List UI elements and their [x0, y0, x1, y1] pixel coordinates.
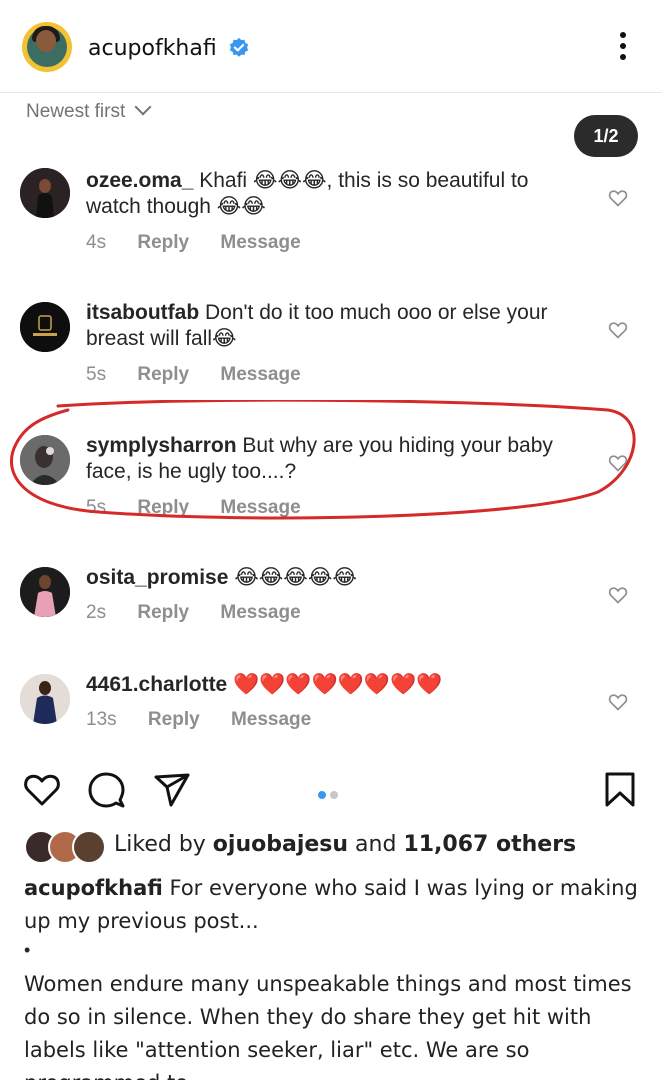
bookmark-icon[interactable] [600, 770, 640, 810]
commenter-avatar[interactable] [20, 674, 70, 724]
comment-time: 5s [86, 497, 107, 518]
comment-username[interactable]: osita_promise [86, 566, 228, 589]
comment-meta: 5s Reply Message [86, 364, 301, 386]
reply-button[interactable]: Reply [137, 602, 189, 624]
liker-username[interactable]: ojuobajesu [213, 832, 348, 857]
comment-text: osita_promise 😂😂😂😂😂 [86, 566, 357, 589]
comment-username[interactable]: 4461.charlotte [86, 673, 227, 696]
post-header: acupofkhafi [0, 0, 662, 93]
comment-like-heart-icon[interactable] [608, 585, 628, 605]
carousel-indicator [318, 786, 342, 804]
comment-username[interactable]: itsaboutfab [86, 301, 199, 324]
carousel-dot [330, 791, 338, 799]
comment-icon[interactable] [86, 770, 126, 810]
caption-username[interactable]: acupofkhafi [24, 876, 163, 900]
reply-button[interactable]: Reply [137, 497, 189, 519]
comment-time: 5s [86, 364, 107, 385]
comment-like-heart-icon[interactable] [608, 320, 628, 340]
comment-meta: 5s Reply Message [86, 497, 301, 519]
comment-text: itsaboutfab Don't do it too much ooo or … [86, 301, 548, 350]
comment-text: symplysharron But why are you hiding you… [86, 434, 553, 483]
likes-text: Liked by ojuobajesu and 11,067 others [114, 832, 577, 857]
commenter-avatar[interactable] [20, 435, 70, 485]
reply-button[interactable]: Reply [137, 232, 189, 254]
sort-dropdown[interactable]: Newest first [26, 98, 152, 123]
commenter-avatar[interactable] [20, 168, 70, 218]
likes-summary[interactable]: Liked by ojuobajesu and 11,067 others [24, 830, 644, 864]
comment-meta: 2s Reply Message [86, 602, 301, 624]
commenter-avatar[interactable] [20, 302, 70, 352]
comment-username[interactable]: symplysharron [86, 434, 237, 457]
chevron-down-icon [134, 98, 152, 116]
carousel-counter-badge: 1/2 [574, 115, 638, 157]
comment-meta: 13s Reply Message [86, 709, 311, 731]
heart-icon[interactable] [22, 770, 62, 810]
post-caption: acupofkhafi For everyone who said I was … [24, 876, 638, 933]
comment-meta: 4s Reply Message [86, 232, 301, 254]
comment-time: 13s [86, 709, 117, 730]
send-icon[interactable] [152, 770, 192, 810]
comment-like-heart-icon[interactable] [608, 692, 628, 712]
commenter-avatar[interactable] [20, 567, 70, 617]
more-vertical-icon[interactable] [614, 32, 632, 64]
carousel-dot-active [318, 791, 326, 799]
profile-username[interactable]: acupofkhafi [88, 36, 217, 61]
caption-body: Women endure many unspeakable things and… [24, 972, 632, 1080]
reply-button[interactable]: Reply [137, 364, 189, 386]
comment-text: ozee.oma_ Khafi 😂😂😂, this is so beautifu… [86, 169, 529, 218]
comment-username[interactable]: ozee.oma_ [86, 169, 193, 192]
profile-avatar[interactable] [22, 22, 72, 72]
post-action-bar [0, 770, 662, 810]
comment-like-heart-icon[interactable] [608, 453, 628, 473]
sort-label: Newest first [26, 101, 126, 122]
instagram-post-screen: acupofkhafi Newest first 1/2 ozee.oma_ K… [0, 0, 662, 1080]
caption-bullet: • [24, 940, 31, 960]
message-button[interactable]: Message [220, 497, 300, 519]
message-button[interactable]: Message [220, 364, 300, 386]
comment-like-heart-icon[interactable] [608, 188, 628, 208]
comment-text: 4461.charlotte ❤️❤️❤️❤️❤️❤️❤️❤️ [86, 673, 443, 696]
liker-avatar [72, 830, 106, 864]
verified-badge-icon [229, 37, 249, 57]
likes-count[interactable]: 11,067 others [403, 832, 576, 857]
reply-button[interactable]: Reply [148, 709, 200, 731]
message-button[interactable]: Message [231, 709, 311, 731]
message-button[interactable]: Message [220, 602, 300, 624]
comment-time: 4s [86, 232, 107, 253]
comment-time: 2s [86, 602, 107, 623]
message-button[interactable]: Message [220, 232, 300, 254]
